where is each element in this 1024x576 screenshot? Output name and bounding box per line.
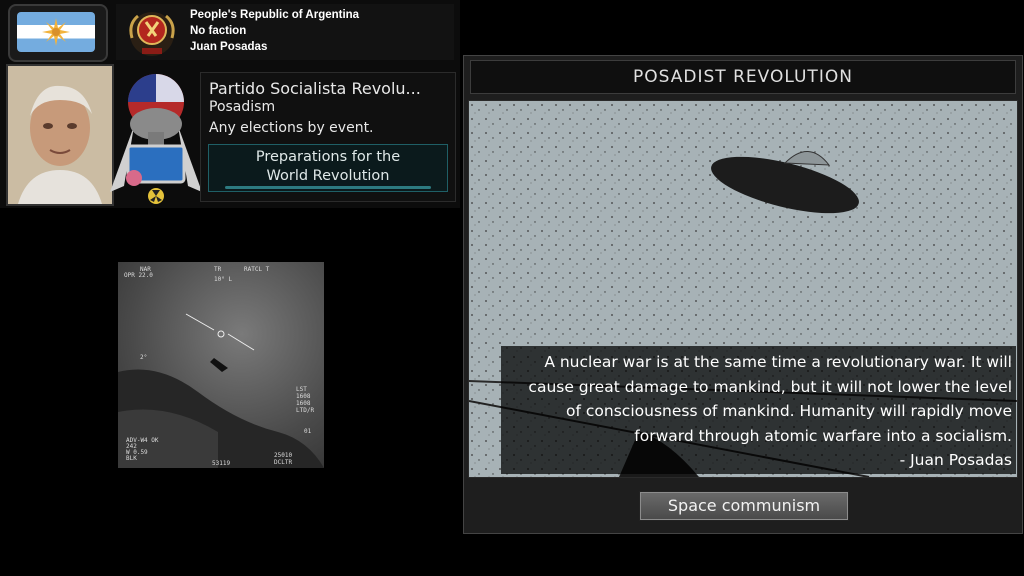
hud-top-mid: TR (214, 266, 222, 273)
hud-top-right: RATCL T (244, 266, 270, 273)
party-emblem-icon[interactable] (116, 4, 188, 60)
party-ideology: Posadism (209, 99, 276, 115)
national-focus-button[interactable]: Preparations for the World Revolution (208, 144, 448, 192)
hud-bottom-right: 25010 DCLTR (274, 452, 293, 466)
sun-of-may-icon (42, 18, 70, 46)
country-header: People's Republic of Argentina No factio… (188, 4, 454, 60)
leader-portrait-image (8, 66, 112, 204)
leader-portrait[interactable] (6, 64, 114, 206)
focus-label-line-2: World Revolution (266, 168, 390, 184)
hud-mid-mark: 10° L (214, 276, 233, 283)
country-name: People's Republic of Argentina (190, 9, 360, 21)
focus-progress-bar (225, 186, 431, 189)
faction-label[interactable]: No faction (190, 25, 246, 37)
focus-label-line-1: Preparations for the (255, 149, 401, 165)
event-option-button[interactable]: Space communism (640, 492, 848, 520)
ufo-flir-image: NAR OPR 22.0 TR RATCL T 10° L 2° LST 160… (118, 262, 324, 468)
elections-text: Any elections by event. (209, 120, 374, 136)
emblem-box (116, 4, 188, 60)
hud-bottom-mid: 53119 (212, 460, 231, 467)
national-focus-label: Preparations for the World Revolution (209, 148, 447, 186)
ideology-ornament-icon (110, 108, 202, 204)
country-flag[interactable] (17, 12, 95, 52)
hud-left-mark: 2° (140, 354, 148, 361)
event-description: A nuclear war is at the same time a revo… (528, 353, 1012, 469)
leader-name: Juan Posadas (190, 41, 268, 53)
event-description-box: A nuclear war is at the same time a revo… (501, 346, 1016, 474)
event-title: POSADIST REVOLUTION (633, 67, 853, 87)
hud-bottom-left: ADV-W4 OK 242 W 0.59 BLK (126, 437, 159, 462)
event-option-label: Space communism (667, 496, 821, 515)
event-title-bar: POSADIST REVOLUTION (470, 60, 1016, 94)
hud-row2: OPR 22.0 (124, 272, 153, 279)
hud-right-01: 01 (304, 428, 312, 435)
party-name[interactable]: Partido Socialista Revolu... (209, 79, 421, 98)
hud-right-block: LST 1608 1608 LTD/R (296, 386, 315, 414)
